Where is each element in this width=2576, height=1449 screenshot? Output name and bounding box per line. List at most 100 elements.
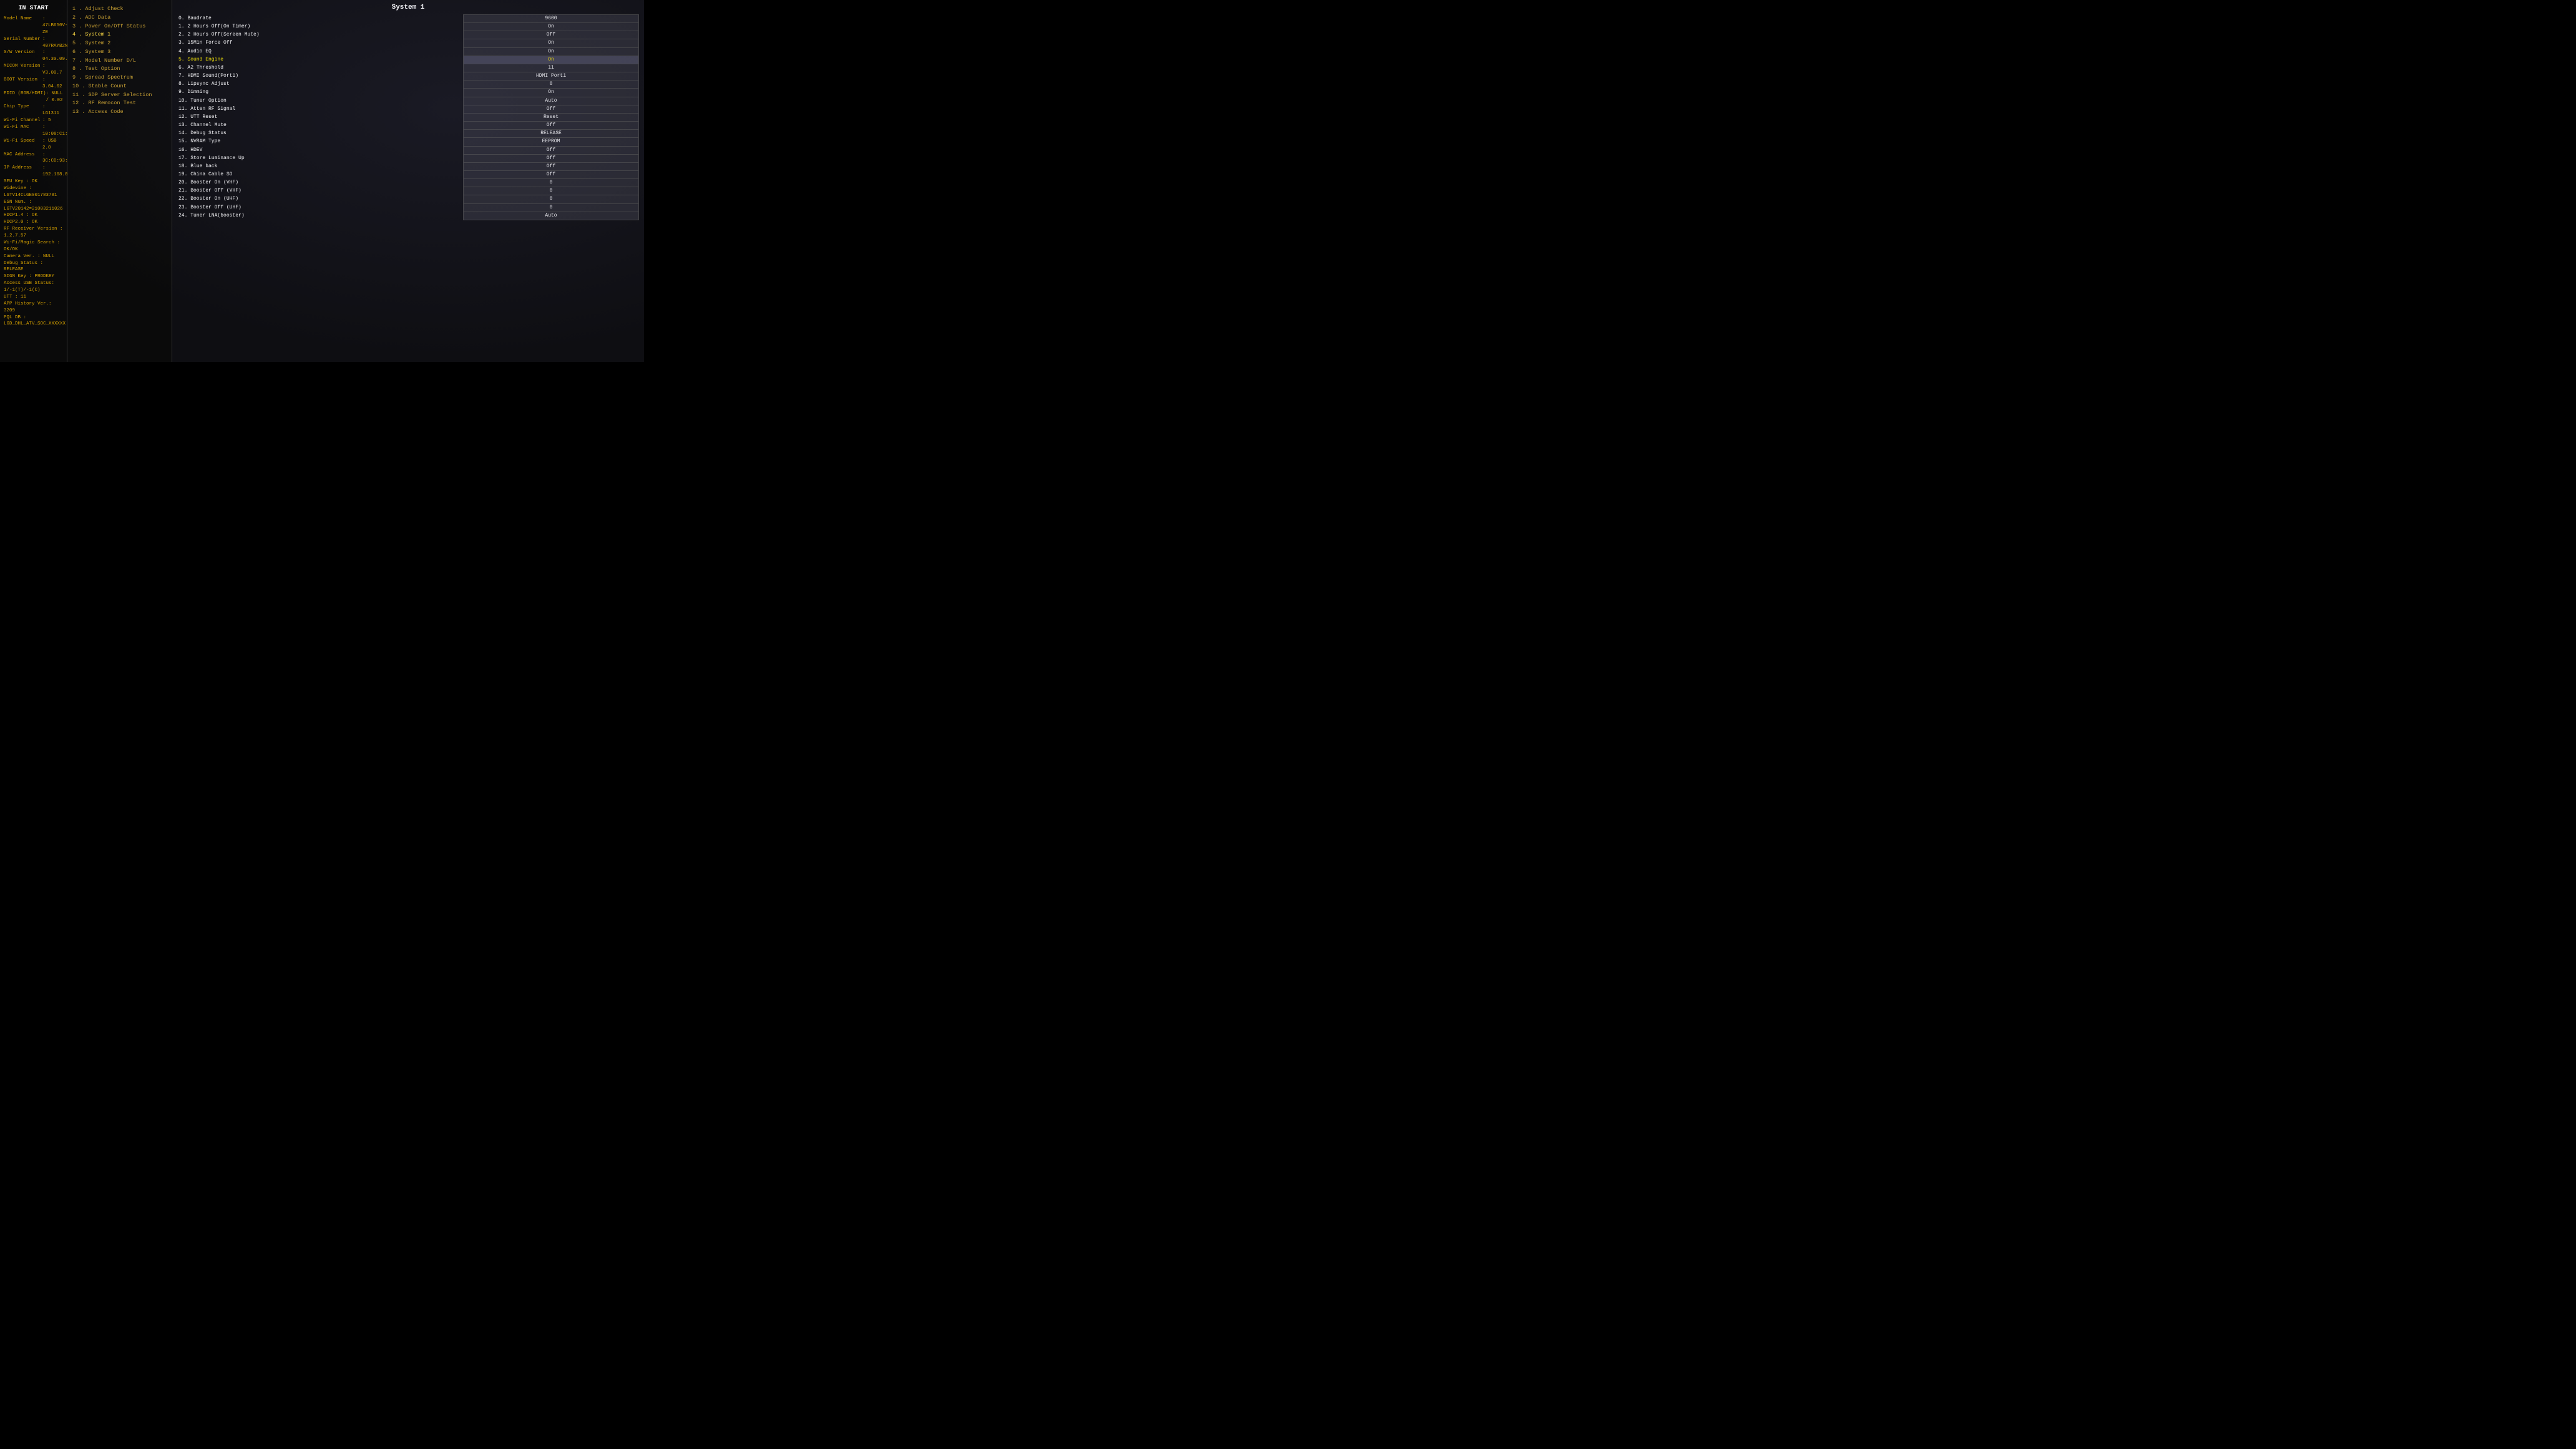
- menu-item[interactable]: 8 . Test Option: [72, 65, 167, 74]
- menu-item[interactable]: 13 . Access Code: [72, 108, 167, 117]
- item-name: 17. Store Luminance Up: [177, 154, 463, 162]
- info-label: IP Address: [4, 165, 42, 178]
- plain-rows: SFU Key : OKWidevine : LGTV14CLGE0017837…: [4, 178, 63, 328]
- table-row[interactable]: 19. China Cable SOOff: [177, 170, 639, 178]
- table-row[interactable]: 18. Blue backOff: [177, 162, 639, 170]
- item-name: 11. Atten RF Signal: [177, 105, 463, 113]
- info-value: : USB 2.0: [42, 138, 63, 152]
- system-table: 0. Baudrate96001. 2 Hours Off(On Timer)O…: [177, 14, 639, 220]
- info-label: BOOT Version: [4, 77, 42, 90]
- table-row[interactable]: 20. Booster On (VHF)0: [177, 179, 639, 187]
- item-value: On: [463, 89, 638, 97]
- menu-item[interactable]: 3 . Power On/Off Status: [72, 22, 167, 31]
- info-label: Wi-Fi Channel: [4, 117, 42, 124]
- item-value: Off: [463, 146, 638, 154]
- item-value: On: [463, 23, 638, 31]
- table-row[interactable]: 16. HDEVOff: [177, 146, 639, 154]
- info-label: MICOM Version: [4, 63, 42, 77]
- info-row: S/W Version : 04.30.09.01: [4, 49, 63, 63]
- item-value: EEPROM: [463, 138, 638, 146]
- table-row[interactable]: 24. Tuner LNA(booster)Auto: [177, 212, 639, 220]
- item-name: 13. Channel Mute: [177, 122, 463, 130]
- info-label: Serial Number: [4, 36, 42, 50]
- info-plain: SIGN Key : PRODKEY: [4, 273, 63, 280]
- item-value: Off: [463, 31, 638, 39]
- menu-list: 1 . Adjust Check2 . ADC Data3 . Power On…: [72, 5, 167, 117]
- menu-item[interactable]: 9 . Spread Spectrum: [72, 74, 167, 82]
- table-row[interactable]: 13. Channel MuteOff: [177, 122, 639, 130]
- item-value: Auto: [463, 97, 638, 105]
- info-plain: Widevine : LGTV14CLGE001783781: [4, 185, 63, 199]
- table-row[interactable]: 21. Booster Off (VHF)0: [177, 187, 639, 195]
- info-plain: SFU Key : OK: [4, 178, 63, 185]
- table-row[interactable]: 17. Store Luminance UpOff: [177, 154, 639, 162]
- info-plain: HDCP2.0 : OK: [4, 219, 63, 226]
- item-value: Off: [463, 170, 638, 178]
- info-label: Wi-Fi Speed: [4, 138, 42, 152]
- table-row[interactable]: 0. Baudrate9600: [177, 15, 639, 23]
- table-row[interactable]: 22. Booster On (UHF)0: [177, 195, 639, 203]
- info-plain: ESN Num. : LGTV20142=21003211026: [4, 199, 63, 213]
- info-plain: UTT : 11: [4, 294, 63, 301]
- info-label: Chip Type: [4, 104, 42, 117]
- table-row[interactable]: 4. Audio EQOn: [177, 47, 639, 56]
- menu-item[interactable]: 5 . System 2: [72, 39, 167, 48]
- item-value: Off: [463, 122, 638, 130]
- menu-item[interactable]: 2 . ADC Data: [72, 14, 167, 22]
- item-value: Off: [463, 162, 638, 170]
- info-row: Wi-Fi Channel : 5: [4, 117, 63, 124]
- menu-item[interactable]: 12 . RF Remocon Test: [72, 99, 167, 108]
- item-name: 9. Dimming: [177, 89, 463, 97]
- table-row[interactable]: 7. HDMI Sound(Port1)HDMI Port1: [177, 72, 639, 80]
- item-value: On: [463, 56, 638, 64]
- info-label: Model Name: [4, 16, 42, 36]
- table-row[interactable]: 2. 2 Hours Off(Screen Mute)Off: [177, 31, 639, 39]
- item-name: 16. HDEV: [177, 146, 463, 154]
- info-value: : V3.00.7: [42, 63, 63, 77]
- item-value: HDMI Port1: [463, 72, 638, 80]
- item-value: 9600: [463, 15, 638, 23]
- item-value: 0: [463, 80, 638, 89]
- table-row[interactable]: 5. Sound EngineOn: [177, 56, 639, 64]
- info-value: : NULL / 0.02: [46, 90, 63, 104]
- item-value: 0: [463, 195, 638, 203]
- table-row[interactable]: 11. Atten RF SignalOff: [177, 105, 639, 113]
- menu-item[interactable]: 10 . Stable Count: [72, 82, 167, 91]
- menu-item[interactable]: 7 . Model Number D/L: [72, 57, 167, 66]
- table-row[interactable]: 6. A2 Threshold11: [177, 64, 639, 72]
- table-row[interactable]: 1. 2 Hours Off(On Timer)On: [177, 23, 639, 31]
- table-row[interactable]: 9. DimmingOn: [177, 89, 639, 97]
- info-label: MAC Address: [4, 152, 42, 165]
- info-row: BOOT Version : 3.04.02: [4, 77, 63, 90]
- info-row: EDID (RGB/HDMI) : NULL / 0.02: [4, 90, 63, 104]
- table-row[interactable]: 12. UTT ResetReset: [177, 113, 639, 121]
- info-row: MICOM Version : V3.00.7: [4, 63, 63, 77]
- info-rows: Model Name : 47LB650V-ZESerial Number : …: [4, 16, 63, 178]
- left-panel: IN START Model Name : 47LB650V-ZESerial …: [0, 0, 67, 362]
- item-value: Reset: [463, 113, 638, 121]
- menu-item[interactable]: 1 . Adjust Check: [72, 5, 167, 14]
- item-name: 0. Baudrate: [177, 15, 463, 23]
- table-row[interactable]: 14. Debug StatusRELEASE: [177, 130, 639, 138]
- middle-panel: 1 . Adjust Check2 . ADC Data3 . Power On…: [67, 0, 172, 362]
- info-value: : 47LB650V-ZE: [42, 16, 68, 36]
- right-title: System 1: [177, 4, 639, 11]
- info-plain: APP History Ver.: 3209: [4, 301, 63, 315]
- item-value: On: [463, 47, 638, 56]
- menu-item[interactable]: 11 . SDP Server Selection: [72, 91, 167, 100]
- table-row[interactable]: 10. Tuner OptionAuto: [177, 97, 639, 105]
- item-name: 14. Debug Status: [177, 130, 463, 138]
- table-row[interactable]: 8. Lipsync Adjust0: [177, 80, 639, 89]
- table-row[interactable]: 23. Booster Off (UHF)0: [177, 203, 639, 212]
- info-plain: Debug Status : RELEASE: [4, 260, 63, 274]
- table-row[interactable]: 15. NVRAM TypeEEPROM: [177, 138, 639, 146]
- menu-item[interactable]: 6 . System 3: [72, 48, 167, 57]
- table-row[interactable]: 3. 15Min Force OffOn: [177, 39, 639, 47]
- info-row: MAC Address : 3C:CD:93:23:24:EE: [4, 152, 63, 165]
- menu-item[interactable]: 4 . System 1: [72, 31, 167, 39]
- info-plain: Camera Ver. : NULL: [4, 253, 63, 260]
- item-name: 5. Sound Engine: [177, 56, 463, 64]
- item-value: 0: [463, 187, 638, 195]
- info-plain: PQL DB : LGD_DHL_ATV_SOC_XXXXXX: [4, 315, 63, 328]
- item-name: 21. Booster Off (VHF): [177, 187, 463, 195]
